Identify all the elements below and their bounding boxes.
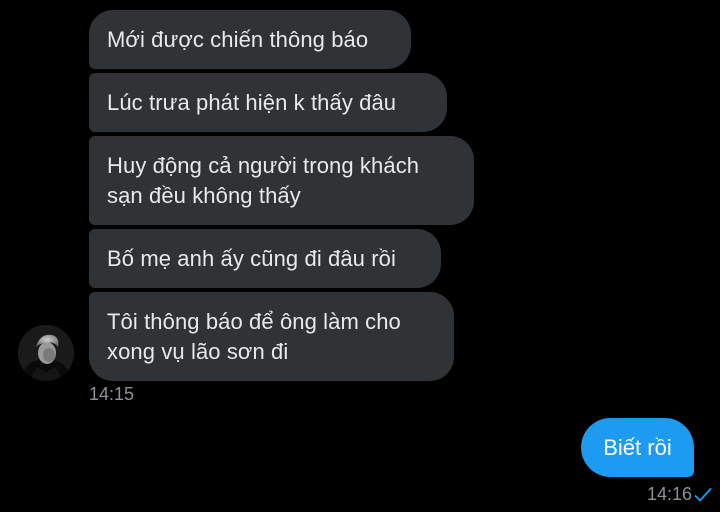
message-text: Biết rồi: [603, 435, 672, 460]
outgoing-timestamp: 14:16: [646, 484, 692, 504]
user-avatar-photo: [18, 325, 74, 381]
incoming-message-bubble[interactable]: Huy động cả người trong khách sạn đều kh…: [89, 136, 474, 225]
outgoing-message-bubble[interactable]: Biết rồi: [581, 418, 694, 477]
message-text: Lúc trưa phát hiện k thấy đâu: [107, 89, 397, 115]
incoming-message-bubble[interactable]: Mới được chiến thông báo: [89, 10, 411, 69]
sender-avatar[interactable]: [18, 325, 74, 381]
message-text-line: sạn đều không thấy: [107, 182, 301, 208]
message-text-line: xong vụ lão sơn đi: [107, 338, 289, 364]
incoming-message-bubble[interactable]: Bố mẹ anh ấy cũng đi đâu rồi: [89, 229, 441, 288]
incoming-message-bubble[interactable]: Tôi thông báo để ông làm cho xong vụ lão…: [89, 292, 454, 381]
message-text: Bố mẹ anh ấy cũng đi đâu rồi: [107, 245, 396, 271]
message-text-line: Tôi thông báo để ông làm cho: [107, 308, 401, 334]
check-icon: [694, 488, 712, 502]
message-text: Mới được chiến thông báo: [107, 26, 369, 52]
incoming-message-bubble[interactable]: Lúc trưa phát hiện k thấy đâu: [89, 73, 447, 132]
incoming-timestamp: 14:15: [89, 384, 135, 404]
message-text-line: Huy động cả người trong khách: [107, 152, 420, 178]
